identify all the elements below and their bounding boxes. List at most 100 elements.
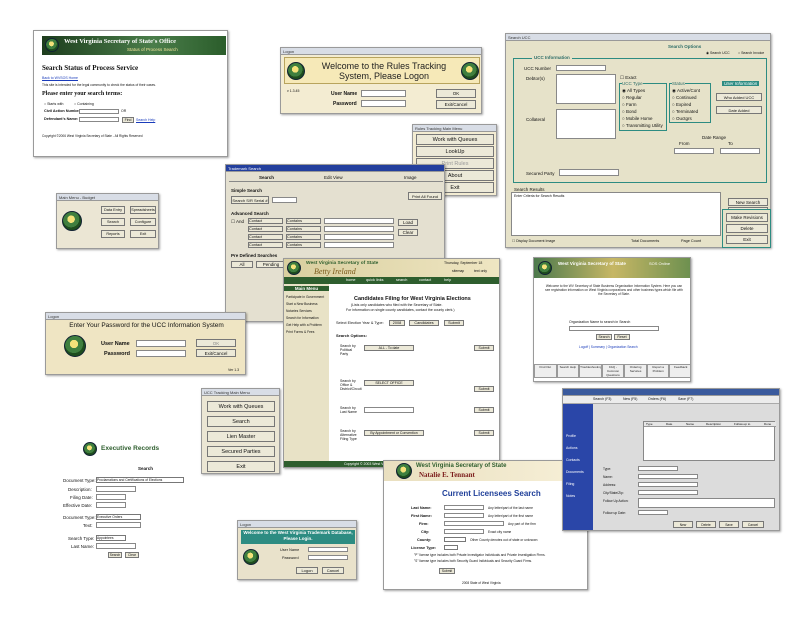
lic-submit-button[interactable]: Submit bbox=[439, 568, 455, 574]
doc-type-select[interactable]: Proclamations and Certifications of Elec… bbox=[96, 477, 184, 483]
ucc-logon-exit-button[interactable]: Exit/Cancel bbox=[196, 349, 236, 357]
adv-value-4[interactable] bbox=[324, 242, 394, 248]
ucc-type-all[interactable]: ◉ All Types bbox=[622, 88, 645, 94]
search-type-select[interactable]: Appointees bbox=[96, 535, 126, 541]
tab-image[interactable]: Image bbox=[404, 175, 417, 180]
clear-button[interactable]: Clear bbox=[398, 229, 418, 236]
exit-button[interactable]: Exit bbox=[726, 235, 768, 244]
ucc-logon-pass-input[interactable] bbox=[136, 350, 186, 357]
legacy-cancel-button[interactable]: Cancel bbox=[742, 521, 764, 528]
budget-exit-button[interactable]: Exit bbox=[130, 230, 156, 238]
adv-op-3[interactable]: Contains bbox=[286, 234, 321, 240]
budget-search-button[interactable]: Search bbox=[101, 218, 125, 226]
sitemap-link[interactable]: sitemap bbox=[452, 269, 464, 273]
lic-city-input[interactable] bbox=[444, 529, 484, 534]
date-from-input[interactable] bbox=[674, 148, 714, 154]
tab-faq[interactable]: FAQ - Common Questions bbox=[601, 364, 625, 378]
spreadsheets-button[interactable]: Spreadsheets bbox=[130, 206, 156, 214]
row2-submit[interactable]: Submit bbox=[474, 386, 494, 392]
adv-value-2[interactable] bbox=[324, 226, 394, 232]
legacy-name-input[interactable] bbox=[638, 474, 698, 479]
serial-input[interactable] bbox=[272, 197, 297, 203]
ucc-opt-search-ucc[interactable]: ◉ Search UCC bbox=[706, 51, 730, 55]
toolbar-new[interactable]: New (F5) bbox=[623, 397, 637, 401]
business-search-button[interactable]: Search bbox=[596, 334, 612, 340]
exec-clear-button[interactable]: Clear bbox=[125, 552, 139, 558]
delete-button[interactable]: Delete bbox=[726, 224, 768, 233]
rules-user-input[interactable] bbox=[361, 90, 406, 97]
tab-search[interactable]: Search bbox=[259, 175, 274, 180]
lic-firm-input[interactable] bbox=[444, 521, 504, 526]
defendant-input[interactable] bbox=[79, 117, 119, 122]
date-to-input[interactable] bbox=[720, 148, 760, 154]
legacy-address-input[interactable] bbox=[638, 482, 698, 487]
side-filing[interactable]: Filing bbox=[566, 482, 574, 486]
date-added-combo[interactable]: Date Added bbox=[716, 106, 762, 114]
text-input[interactable] bbox=[96, 522, 141, 528]
make-revisions-button[interactable]: Make Revisions bbox=[726, 213, 768, 222]
back-home-link[interactable]: Back to WVSOS Home bbox=[42, 76, 78, 80]
trademark-pass-input[interactable] bbox=[308, 555, 348, 560]
ucc-collateral-input[interactable] bbox=[556, 109, 616, 139]
ucc-menu-search-button[interactable]: Search bbox=[207, 416, 275, 427]
predefined-all-button[interactable]: All bbox=[231, 261, 253, 268]
text-only-link[interactable]: text only bbox=[474, 269, 487, 273]
display-doc-checkbox[interactable]: ☐ Display Document Image bbox=[512, 239, 555, 243]
election-type-select[interactable]: Candidates bbox=[409, 320, 439, 326]
reports-button[interactable]: Reports bbox=[101, 230, 125, 238]
adv-field-2[interactable]: Contact bbox=[248, 226, 283, 232]
nav-contact[interactable]: contact bbox=[419, 278, 431, 282]
rules-ok-button[interactable]: OK bbox=[436, 89, 476, 98]
adv-op-4[interactable]: Contains bbox=[286, 242, 321, 248]
ucc-type-bond[interactable]: ○ Bond bbox=[622, 109, 636, 114]
legacy-followup-date-input[interactable] bbox=[638, 510, 668, 515]
search-serial-button[interactable]: Search S/R Serial # bbox=[231, 196, 269, 204]
ucc-type-farm[interactable]: ○ Farm bbox=[622, 102, 636, 107]
menu-print-forms[interactable]: Print Forms & Fees bbox=[286, 330, 314, 334]
adv-value-1[interactable] bbox=[324, 218, 394, 224]
row4-select[interactable]: By Appointment or Convention bbox=[364, 430, 424, 436]
ucc-menu-secured-button[interactable]: Secured Parties bbox=[207, 446, 275, 457]
legacy-city-input[interactable] bbox=[638, 490, 698, 495]
nav-help[interactable]: help bbox=[444, 278, 451, 282]
trademark-logon-button[interactable]: Logon bbox=[296, 567, 318, 574]
load-button[interactable]: Load bbox=[398, 219, 418, 226]
new-search-button[interactable]: New Search bbox=[728, 198, 768, 206]
status-terminated[interactable]: ○ Terminated bbox=[672, 109, 698, 114]
adv-field-1[interactable]: Contact bbox=[248, 218, 283, 224]
tab-feedback[interactable]: Feedback bbox=[669, 364, 690, 378]
filing-date-input[interactable] bbox=[96, 494, 126, 500]
adv-op-2[interactable]: Contains bbox=[286, 226, 321, 232]
adv-value-3[interactable] bbox=[324, 234, 394, 240]
lic-last-input[interactable] bbox=[444, 505, 484, 510]
business-search-input[interactable] bbox=[569, 326, 659, 331]
find-button[interactable]: Find bbox=[122, 117, 134, 123]
nav-quick-links[interactable]: quick links bbox=[366, 278, 384, 282]
effective-date-input[interactable] bbox=[96, 502, 126, 508]
tab-ordering[interactable]: Ordering Services bbox=[624, 364, 647, 378]
lic-type-select[interactable] bbox=[444, 545, 458, 550]
ucc-type-utility[interactable]: ○ Transmitting Utility bbox=[622, 123, 663, 128]
tab-find-out[interactable]: Find Out bbox=[534, 364, 557, 378]
adv-field-4[interactable]: Contact bbox=[248, 242, 283, 248]
adv-field-3[interactable]: Contact bbox=[248, 234, 283, 240]
predefined-pending-button[interactable]: Pending bbox=[256, 261, 286, 268]
description-input[interactable] bbox=[96, 486, 136, 492]
ucc-debtor-input[interactable] bbox=[556, 74, 616, 104]
side-notes[interactable]: Notes bbox=[566, 494, 575, 498]
row1-submit[interactable]: Submit bbox=[474, 345, 494, 351]
side-profile[interactable]: Profile bbox=[566, 434, 576, 438]
results-grid[interactable]: Enter Criteria for Search Results bbox=[511, 192, 721, 236]
tab-edit-view[interactable]: Edit View bbox=[324, 175, 343, 180]
ucc-logon-user-input[interactable] bbox=[136, 340, 186, 347]
row2-select[interactable]: SELECT OFFICE bbox=[364, 380, 414, 386]
menu-search-info[interactable]: Search for Information bbox=[286, 316, 319, 320]
legacy-type-input[interactable] bbox=[638, 466, 678, 471]
ucc-type-regular[interactable]: ○ Regular bbox=[622, 95, 642, 100]
legacy-followup-input[interactable] bbox=[638, 498, 775, 508]
status-continued[interactable]: ○ Continued bbox=[672, 95, 697, 100]
side-documents[interactable]: Documents bbox=[566, 470, 584, 474]
tab-troubleshooting[interactable]: Troubleshooting bbox=[579, 364, 602, 378]
legacy-save-button[interactable]: Save bbox=[719, 521, 739, 528]
status-other[interactable]: ○ Ouctgrs bbox=[672, 116, 692, 121]
